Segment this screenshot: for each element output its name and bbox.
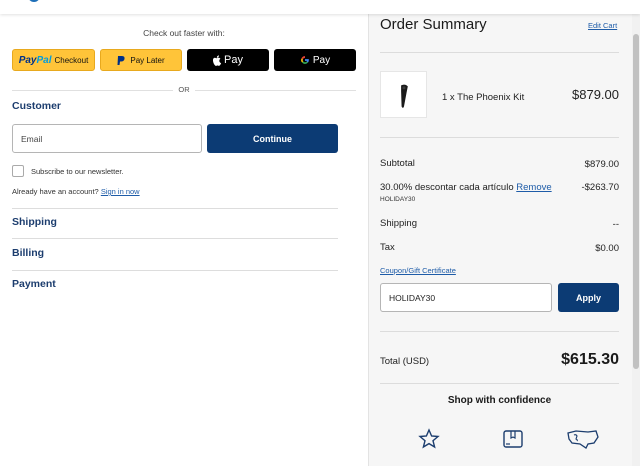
brand-logo-icon[interactable] — [28, 0, 40, 2]
product-thumbnail — [380, 71, 427, 118]
billing-step-title[interactable]: Billing — [12, 247, 44, 259]
summary-divider — [380, 383, 619, 384]
shipping-label: Shipping — [380, 218, 417, 229]
top-header — [0, 0, 640, 14]
paypal-p-icon — [117, 55, 125, 65]
email-field[interactable] — [12, 124, 202, 153]
paypal-pay-later-button[interactable]: Pay Later — [100, 49, 182, 71]
paypal-checkout-button[interactable]: PayPal Checkout — [12, 49, 95, 71]
apple-pay-button[interactable]: Pay — [187, 49, 269, 71]
shipping-value: -- — [612, 219, 619, 230]
coupon-code-field[interactable] — [380, 283, 552, 312]
discount-value: -$263.70 — [581, 182, 619, 193]
section-divider — [12, 238, 338, 239]
coupon-gift-certificate-link[interactable]: Coupon/Gift Certificate — [380, 266, 456, 275]
tax-value: $0.00 — [595, 243, 619, 254]
edit-cart-link[interactable]: Edit Cart — [588, 21, 617, 30]
paypal-logo-icon: PayPal — [18, 54, 52, 66]
item-name: 1 x The Phoenix Kit — [442, 92, 525, 103]
star-icon — [418, 428, 440, 449]
section-divider — [12, 208, 338, 209]
phoenix-device-icon — [401, 84, 408, 108]
shipping-step-title[interactable]: Shipping — [12, 216, 57, 228]
paypal-checkout-label: Checkout — [54, 55, 89, 65]
shop-confidence-title: Shop with confidence — [447, 395, 552, 406]
or-label: OR — [173, 85, 195, 94]
apple-icon — [213, 54, 222, 66]
discount-code: HOLIDAY30 — [380, 196, 416, 203]
apple-pay-label: Pay — [224, 54, 243, 66]
customer-section-title: Customer — [12, 100, 62, 112]
discount-row: 30.00% descontar cada artículo Remove HO… — [380, 182, 552, 203]
page-scrollbar[interactable] — [632, 14, 640, 466]
continue-button[interactable]: Continue — [207, 124, 338, 153]
checkout-panel: Check out faster with: PayPal Checkout P… — [0, 14, 368, 466]
account-prompt: Already have an account? Sign in now — [12, 187, 140, 196]
newsletter-label: Subscribe to our newsletter. — [31, 167, 124, 176]
map-icon — [567, 430, 599, 449]
section-divider — [12, 270, 338, 271]
payment-step-title[interactable]: Payment — [12, 278, 56, 290]
summary-divider — [380, 52, 619, 53]
box-icon — [503, 430, 523, 448]
tax-label: Tax — [380, 242, 395, 253]
google-pay-button[interactable]: Pay — [274, 49, 356, 71]
item-price: $879.00 — [572, 87, 619, 102]
remove-discount-link[interactable]: Remove — [516, 182, 551, 193]
apply-coupon-button[interactable]: Apply — [558, 283, 619, 312]
newsletter-checkbox[interactable] — [12, 165, 24, 177]
total-value: $615.30 — [561, 351, 619, 368]
discount-label: 30.00% descontar cada artículo — [380, 182, 514, 193]
account-prompt-text: Already have an account? — [12, 187, 99, 196]
sign-in-link[interactable]: Sign in now — [101, 187, 140, 196]
total-label: Total (USD) — [380, 356, 430, 367]
summary-divider — [380, 331, 619, 332]
subtotal-label: Subtotal — [380, 158, 415, 169]
summary-divider — [380, 137, 619, 138]
google-g-icon — [300, 56, 309, 64]
subtotal-value: $879.00 — [584, 159, 619, 170]
order-summary-title: Order Summary — [380, 16, 487, 33]
scrollbar-thumb[interactable] — [633, 34, 639, 369]
express-checkout-heading: Check out faster with: — [143, 28, 225, 38]
pay-later-label: Pay Later — [130, 55, 165, 65]
google-pay-label: Pay — [312, 54, 331, 66]
